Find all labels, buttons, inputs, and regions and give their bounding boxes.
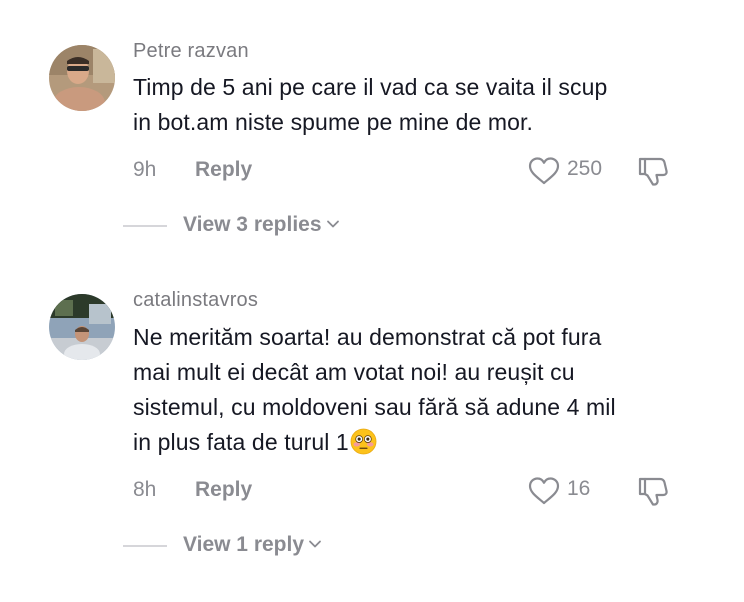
reply-button[interactable]: Reply xyxy=(195,478,252,502)
reply-button[interactable]: Reply xyxy=(195,158,252,182)
comment-text-line: sistemul, cu moldoveni sau fără să adune… xyxy=(133,394,616,420)
view-replies-label: View 1 reply xyxy=(183,533,305,556)
comment-text-line: in plus fata de turul 1 xyxy=(133,425,693,460)
comment-text-line: Timp de 5 ani pe care il vad ca se vaita… xyxy=(133,74,608,100)
comment-username[interactable]: Petre razvan xyxy=(133,40,249,63)
comment-text: Timp de 5 ani pe care il vad ca se vaita… xyxy=(133,70,693,140)
thumbs-down-icon[interactable] xyxy=(636,474,670,508)
heart-icon[interactable] xyxy=(528,476,560,506)
comment-username[interactable]: catalinstavros xyxy=(133,289,258,312)
replies-divider xyxy=(123,545,167,547)
comment-text-line: mai mult ei decât am votat noi! au reuși… xyxy=(133,359,575,385)
replies-divider xyxy=(123,225,167,227)
like-count: 16 xyxy=(567,477,591,500)
avatar[interactable] xyxy=(49,294,115,360)
thumbs-down-icon[interactable] xyxy=(636,154,670,188)
comment-timestamp: 9h xyxy=(133,158,157,181)
like-count: 250 xyxy=(567,157,603,180)
heart-icon[interactable] xyxy=(528,156,560,186)
view-replies-button[interactable]: View 3 replies xyxy=(183,213,340,237)
chevron-down-icon xyxy=(309,540,321,548)
flushed-face-emoji-icon xyxy=(350,428,377,455)
view-replies-button[interactable]: View 1 reply xyxy=(183,533,322,557)
comment-text-segment: in plus fata de turul 1 xyxy=(133,429,349,455)
comment-text: Ne merităm soarta! au demonstrat că pot … xyxy=(133,320,693,460)
chevron-down-icon xyxy=(326,220,339,228)
comment-timestamp: 8h xyxy=(133,478,157,501)
avatar[interactable] xyxy=(49,45,115,111)
view-replies-label: View 3 replies xyxy=(183,213,322,236)
comment-text-line: Ne merităm soarta! au demonstrat că pot … xyxy=(133,324,602,350)
comment-text-line: in bot.am niste spume pe mine de mor. xyxy=(133,109,534,135)
